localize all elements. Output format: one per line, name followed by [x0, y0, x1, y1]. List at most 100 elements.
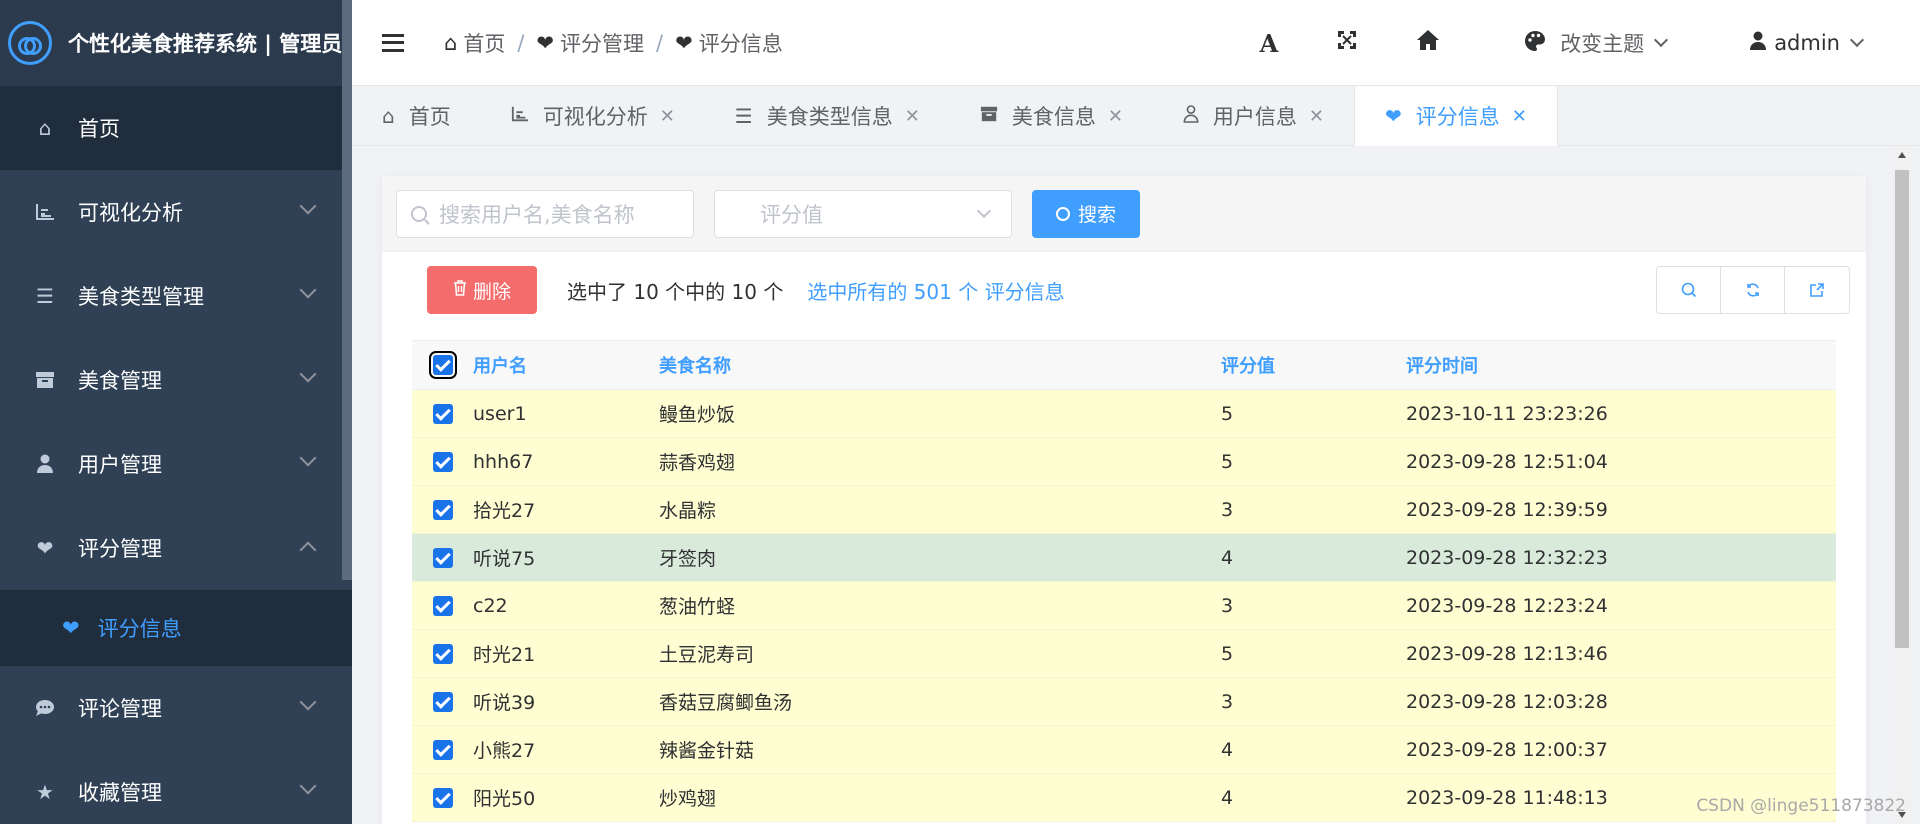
tab-label: 评分信息: [1415, 105, 1500, 129]
sidebar-item-comments[interactable]: 评论管理: [0, 666, 352, 750]
tab-visual[interactable]: 可视化分析 ✕: [481, 86, 705, 146]
tab-rating-info[interactable]: ❤ 评分信息 ✕: [1354, 86, 1558, 146]
cell-score: 4: [1221, 786, 1234, 809]
heart-icon: ❤: [675, 30, 693, 55]
cell-time: 2023-09-28 12:39:59: [1406, 498, 1608, 521]
row-checkbox-cell: [412, 691, 473, 712]
table-row[interactable]: hhh67 蒜香鸡翅 5 2023-09-28 12:51:04: [412, 438, 1836, 486]
fullscreen-icon[interactable]: [1336, 29, 1358, 57]
table-row[interactable]: 拾光27 水晶粽 3 2023-09-28 12:39:59: [412, 486, 1836, 534]
chevron-up-icon: [299, 541, 317, 559]
row-checkbox[interactable]: [432, 643, 453, 664]
close-icon[interactable]: ✕: [1512, 106, 1527, 127]
sidebar-subitem-rating-info[interactable]: ❤ 评分信息: [0, 590, 352, 666]
close-icon[interactable]: ✕: [1309, 106, 1324, 127]
cell-user: 听说39: [473, 692, 536, 714]
cell-time: 2023-09-28 12:32:23: [1406, 546, 1608, 569]
tab-food[interactable]: 美食信息 ✕: [950, 86, 1153, 146]
row-checkbox[interactable]: [432, 739, 453, 760]
search-input[interactable]: 搜索用户名,美食名称: [396, 189, 694, 238]
row-checkbox[interactable]: [432, 547, 453, 568]
breadcrumb-item[interactable]: 评分管理: [560, 28, 644, 58]
close-icon[interactable]: ✕: [660, 106, 675, 127]
table-row[interactable]: c22 葱油竹蛏 3 2023-09-28 12:23:24: [412, 582, 1836, 630]
sidebar-scrollbar[interactable]: [342, 0, 352, 580]
column-header-score[interactable]: 评分值: [1221, 352, 1406, 378]
score-placeholder: 评分值: [760, 202, 823, 227]
heart-icon: ❤: [1385, 104, 1402, 128]
close-icon[interactable]: ✕: [905, 106, 920, 127]
sidebar-item-label: 美食管理: [78, 369, 162, 393]
sidebar-item-visual[interactable]: 可视化分析: [0, 170, 352, 254]
search-toggle-button[interactable]: [1657, 267, 1721, 313]
home-icon[interactable]: [1416, 29, 1440, 57]
sidebar-item-food[interactable]: 美食管理: [0, 338, 352, 422]
cell-user: 小熊27: [473, 740, 536, 762]
scrollbar-thumb[interactable]: [1895, 170, 1909, 648]
box-icon: [32, 368, 58, 392]
user-dropdown[interactable]: admin: [1750, 31, 1865, 56]
row-checkbox[interactable]: [432, 595, 453, 616]
user-icon: [32, 452, 58, 476]
select-all-checkbox[interactable]: [428, 351, 457, 379]
search-button[interactable]: 搜索: [1032, 189, 1140, 238]
cell-food: 香菇豆腐鲫鱼汤: [659, 692, 793, 714]
table-row[interactable]: 小熊27 辣酱金针菇 4 2023-09-28 12:00:37: [412, 726, 1836, 774]
tab-home[interactable]: ⌂ 首页: [352, 86, 481, 146]
export-button[interactable]: [1785, 267, 1849, 313]
breadcrumb-item[interactable]: 首页: [463, 28, 505, 58]
column-header-food[interactable]: 美食名称: [659, 352, 1221, 378]
column-header-user[interactable]: 用户名: [473, 352, 659, 378]
table-row[interactable]: 听说39 香菇豆腐鲫鱼汤 3 2023-09-28 12:03:28: [412, 678, 1836, 726]
search-icon: [1681, 282, 1696, 298]
select-all-link[interactable]: 选中所有的 501 个 评分信息: [807, 276, 1064, 305]
hamburger-icon[interactable]: [382, 33, 404, 52]
cell-user: user1: [473, 402, 527, 425]
table-row[interactable]: 听说75 牙签肉 4 2023-09-28 12:32:23: [412, 534, 1836, 582]
row-checkbox[interactable]: [432, 691, 453, 712]
tags-view: ⌂ 首页 可视化分析 ✕ ☰ 美食类型信息 ✕ 美食信息 ✕ 用户信息 ✕ ❤ …: [352, 86, 1920, 146]
heart-icon: ❤: [536, 30, 555, 55]
sidebar-item-rating[interactable]: ❤ 评分管理: [0, 506, 352, 590]
row-checkbox[interactable]: [432, 403, 453, 424]
chevron-down-icon: [1654, 32, 1669, 48]
close-icon[interactable]: ✕: [1108, 106, 1123, 127]
row-checkbox[interactable]: [432, 451, 453, 472]
row-checkbox[interactable]: [432, 787, 453, 808]
cell-score: 5: [1221, 450, 1234, 473]
tab-label: 首页: [408, 105, 451, 129]
rating-table: 用户名 美食名称 评分值 评分时间 user1 鳗鱼炒饭 5 2023-10-11 2…: [412, 340, 1836, 822]
theme-dropdown[interactable]: 改变主题: [1524, 28, 1669, 58]
cell-score: 3: [1221, 690, 1234, 713]
tab-food-type[interactable]: ☰ 美食类型信息 ✕: [705, 86, 950, 146]
cell-food: 辣酱金针菇: [659, 740, 755, 762]
table-row[interactable]: user1 鳗鱼炒饭 5 2023-10-11 23:23:26: [412, 390, 1836, 438]
sidebar-item-favorites[interactable]: ★ 收藏管理: [0, 750, 352, 824]
score-select[interactable]: 评分值: [714, 189, 1012, 238]
star-icon: ★: [36, 780, 54, 804]
palette-icon: [1524, 30, 1546, 57]
cell-time: 2023-09-28 12:13:46: [1406, 642, 1608, 665]
scroll-up-icon[interactable]: [1898, 152, 1906, 158]
table-tools: [1656, 266, 1850, 314]
refresh-button[interactable]: [1721, 267, 1785, 313]
row-checkbox-cell: [412, 403, 473, 424]
sidebar-item-users[interactable]: 用户管理: [0, 422, 352, 506]
cell-time: 2023-09-28 12:51:04: [1406, 450, 1608, 473]
tab-users[interactable]: 用户信息 ✕: [1153, 86, 1354, 146]
cell-food: 蒜香鸡翅: [659, 452, 736, 474]
sidebar-subitem-label: 评分信息: [97, 617, 182, 641]
sidebar-item-food-type[interactable]: ☰ 美食类型管理: [0, 254, 352, 338]
cell-food: 炒鸡翅: [659, 788, 717, 810]
row-checkbox-cell: [412, 739, 473, 760]
page-scrollbar[interactable]: [1892, 146, 1912, 824]
column-header-time[interactable]: 评分时间: [1406, 352, 1836, 378]
box-icon: [980, 104, 998, 128]
row-checkbox[interactable]: [432, 499, 453, 520]
table-row[interactable]: 阳光50 炒鸡翅 4 2023-09-28 11:48:13: [412, 774, 1836, 822]
table-row[interactable]: 时光21 土豆泥寿司 5 2023-09-28 12:13:46: [412, 630, 1836, 678]
breadcrumb: ⌂ 首页 / ❤ 评分管理 / ❤ 评分信息: [444, 28, 783, 58]
sidebar-item-home[interactable]: ⌂ 首页: [0, 86, 352, 170]
font-size-icon[interactable]: A: [1260, 29, 1279, 58]
delete-button[interactable]: 删除: [427, 266, 537, 314]
